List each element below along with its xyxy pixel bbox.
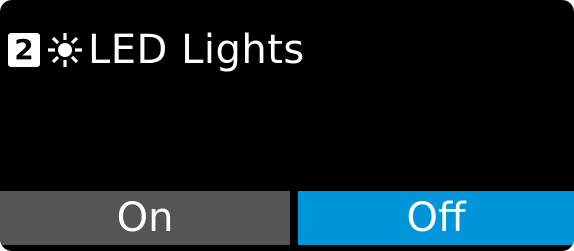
light-icon — [46, 31, 84, 69]
channel-number-badge: 2 — [8, 33, 40, 67]
off-button[interactable]: Off — [298, 191, 574, 245]
panel-header: 2 LED Lights — [8, 18, 305, 82]
led-lights-panel: 2 LED Lights On Off — [0, 0, 574, 251]
on-button[interactable]: On — [0, 191, 290, 245]
panel-title: LED Lights — [88, 27, 305, 73]
